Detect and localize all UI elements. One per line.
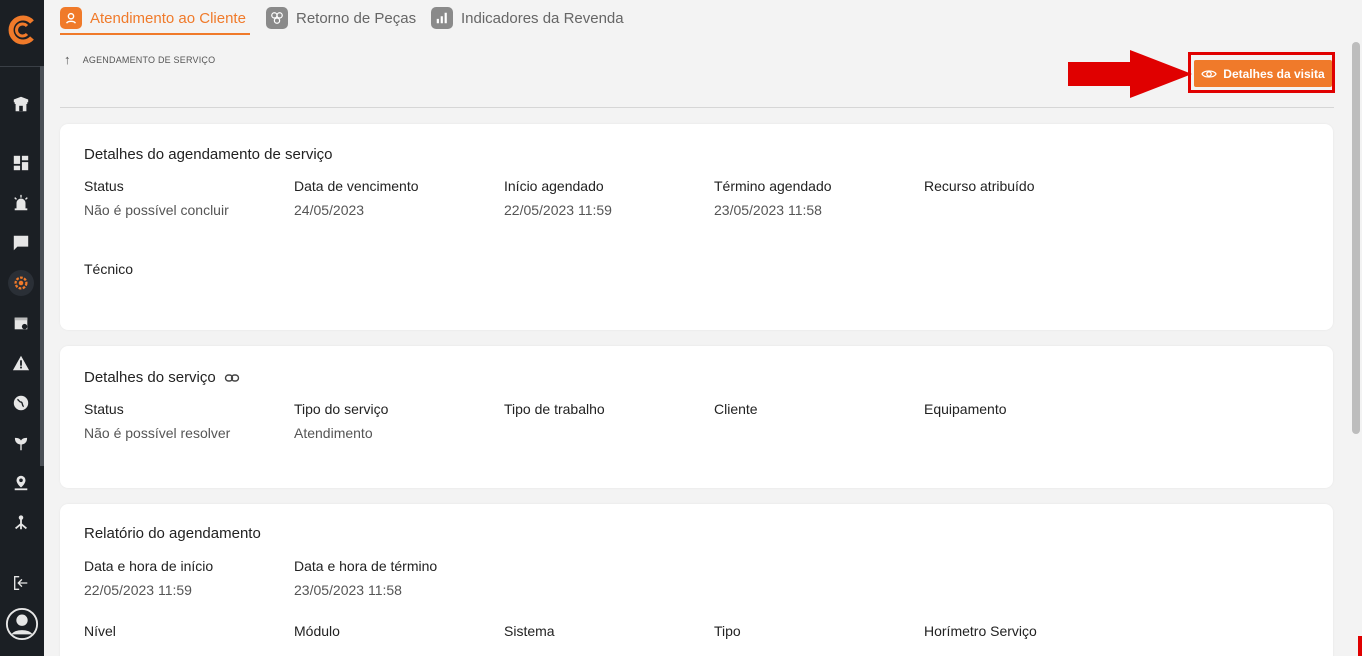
field-label: Término agendado: [714, 178, 832, 194]
header-divider: [60, 107, 1334, 108]
schedule-report-card: Relatório do agendamento Data e hora de …: [60, 504, 1333, 656]
field-label: Início agendado: [504, 178, 604, 194]
field-label: Tipo do serviço: [294, 401, 389, 417]
field-value: Não é possível resolver: [84, 425, 231, 441]
field-value: Não é possível concluir: [84, 202, 229, 218]
globe-icon[interactable]: [8, 390, 34, 416]
schedule-details-card: Detalhes do agendamento de serviço Statu…: [60, 124, 1333, 330]
chat-icon[interactable]: [8, 230, 34, 256]
field-status: Status Não é possível resolver: [84, 401, 230, 441]
field-scheduled-end: Término agendado 23/05/2023 11:58: [714, 178, 832, 218]
service-details-card: Detalhes do serviço Status Não é possíve…: [60, 346, 1333, 488]
field-system: Sistema: [504, 623, 555, 639]
tab-atendimento-ao-cliente[interactable]: Atendimento ao Cliente: [60, 0, 250, 36]
main-content: ↑ AGENDAMENTO DE SERVIÇO Detalhes da vis…: [44, 36, 1350, 656]
top-tab-bar: Atendimento ao Cliente Retorno de Peças …: [44, 0, 1362, 36]
card-title: Detalhes do serviço: [84, 369, 240, 386]
scrollbar-thumb[interactable]: [1352, 42, 1360, 434]
warning-icon[interactable]: [8, 350, 34, 376]
field-start-datetime: Data e hora de início 22/05/2023 11:59: [84, 558, 213, 598]
field-label: Módulo: [294, 623, 340, 639]
field-label: Data e hora de início: [84, 558, 214, 574]
field-label: Técnico: [84, 261, 134, 277]
field-assigned-resource: Recurso atribuído: [924, 178, 1035, 202]
field-due-date: Data de vencimento 24/05/2023: [294, 178, 419, 218]
arrow-up-icon[interactable]: ↑: [64, 52, 71, 67]
field-type: Tipo: [714, 623, 741, 639]
card-title: Detalhes do agendamento de serviço: [84, 146, 333, 163]
field-label: Horímetro Serviço: [924, 623, 1037, 639]
brand-logo-icon[interactable]: [6, 14, 38, 46]
tab-label: Atendimento ao Cliente: [90, 9, 246, 27]
field-customer: Cliente: [714, 401, 758, 425]
store-icon[interactable]: [8, 91, 34, 117]
hierarchy-icon[interactable]: [8, 510, 34, 536]
field-service-type: Tipo do serviço Atendimento: [294, 401, 388, 441]
red-edge-marker: [1358, 636, 1362, 656]
logout-icon[interactable]: [8, 570, 34, 596]
field-value: 23/05/2023 11:58: [294, 582, 402, 598]
field-value: 23/05/2023 11:58: [714, 202, 822, 218]
plant-icon[interactable]: [8, 430, 34, 456]
parts-icon: [266, 7, 288, 29]
field-label: Status: [84, 178, 124, 194]
tab-label: Indicadores da Revenda: [461, 9, 624, 27]
field-value: Atendimento: [294, 425, 373, 441]
page-scrollbar[interactable]: [1350, 36, 1362, 656]
field-label: Cliente: [714, 401, 758, 417]
field-value: 24/05/2023: [294, 202, 365, 218]
link-icon[interactable]: [224, 370, 240, 386]
bar-chart-icon: [431, 7, 453, 29]
customer-service-icon: [60, 7, 82, 29]
field-module: Módulo: [294, 623, 340, 639]
field-work-type: Tipo de trabalho: [504, 401, 605, 425]
breadcrumb[interactable]: ↑ AGENDAMENTO DE SERVIÇO: [64, 52, 215, 67]
alarm-icon[interactable]: [8, 190, 34, 216]
sidebar: [0, 0, 44, 656]
field-label: Tipo: [714, 623, 741, 639]
location-icon[interactable]: [8, 470, 34, 496]
field-label: Data de vencimento: [294, 178, 419, 194]
field-end-datetime: Data e hora de término 23/05/2023 11:58: [294, 558, 437, 598]
field-label: Nível: [84, 623, 116, 639]
card-title: Relatório do agendamento: [84, 525, 261, 542]
visit-details-button[interactable]: Detalhes da visita: [1194, 60, 1332, 87]
tab-indicadores-da-revenda[interactable]: Indicadores da Revenda: [431, 0, 624, 36]
field-equipment: Equipamento: [924, 401, 1007, 425]
visit-details-label: Detalhes da visita: [1223, 66, 1325, 81]
card-title-text: Detalhes do serviço: [84, 369, 216, 386]
calendar-icon[interactable]: [8, 310, 34, 336]
field-label: Tipo de trabalho: [504, 401, 605, 417]
dashboard-icon[interactable]: [8, 150, 34, 176]
field-label: Data e hora de término: [294, 558, 438, 574]
tab-retorno-de-pecas[interactable]: Retorno de Peças: [266, 0, 416, 36]
field-label: Status: [84, 401, 124, 417]
field-value: 22/05/2023 11:59: [84, 582, 192, 598]
field-service-hourmeter: Horímetro Serviço: [924, 623, 1037, 639]
tab-label: Retorno de Peças: [296, 9, 417, 27]
red-arrow-annotation: [1068, 50, 1192, 98]
field-scheduled-start: Início agendado 22/05/2023 11:59: [504, 178, 612, 218]
eye-icon: [1201, 69, 1218, 78]
field-label: Sistema: [504, 623, 555, 639]
field-label: Equipamento: [924, 401, 1007, 417]
field-label: Recurso atribuído: [924, 178, 1035, 194]
sidebar-divider: [0, 66, 44, 67]
breadcrumb-label: AGENDAMENTO DE SERVIÇO: [82, 54, 216, 65]
field-level: Nível: [84, 623, 116, 639]
field-technician: Técnico: [84, 261, 133, 285]
field-status: Status Não é possível concluir: [84, 178, 229, 218]
field-value: 22/05/2023 11:59: [504, 202, 612, 218]
service-gear-icon[interactable]: [8, 270, 34, 296]
user-avatar-icon[interactable]: [4, 606, 40, 642]
